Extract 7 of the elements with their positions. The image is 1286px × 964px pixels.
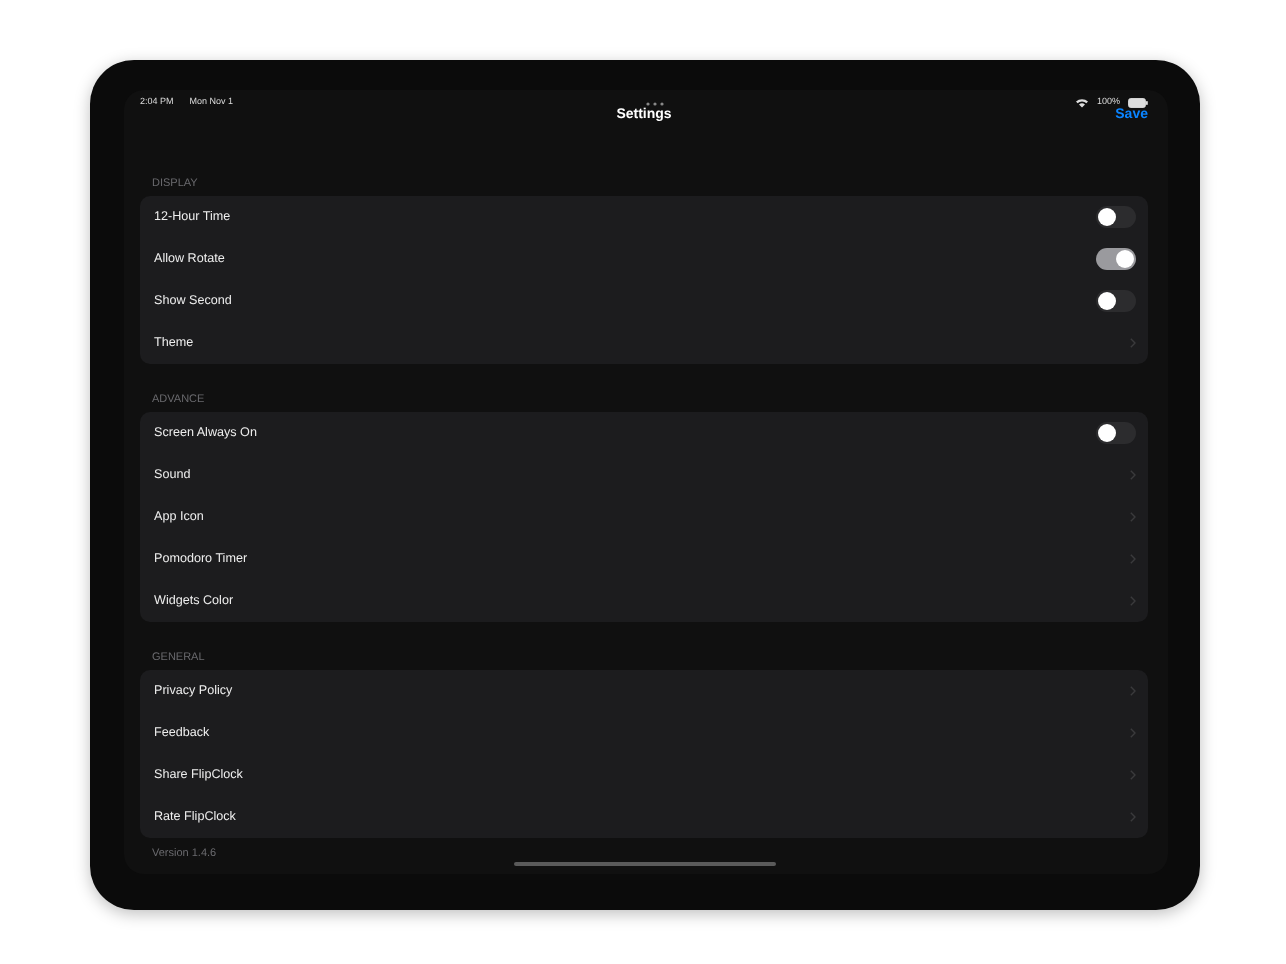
more-icon[interactable] bbox=[646, 101, 664, 106]
toggle-switch[interactable] bbox=[1096, 290, 1136, 313]
toggle-switch[interactable] bbox=[1096, 206, 1136, 229]
battery-icon bbox=[1128, 98, 1148, 109]
wifi-icon bbox=[1076, 98, 1089, 109]
toggle-switch[interactable] bbox=[1096, 422, 1136, 445]
toggle-switch[interactable] bbox=[1096, 248, 1136, 271]
